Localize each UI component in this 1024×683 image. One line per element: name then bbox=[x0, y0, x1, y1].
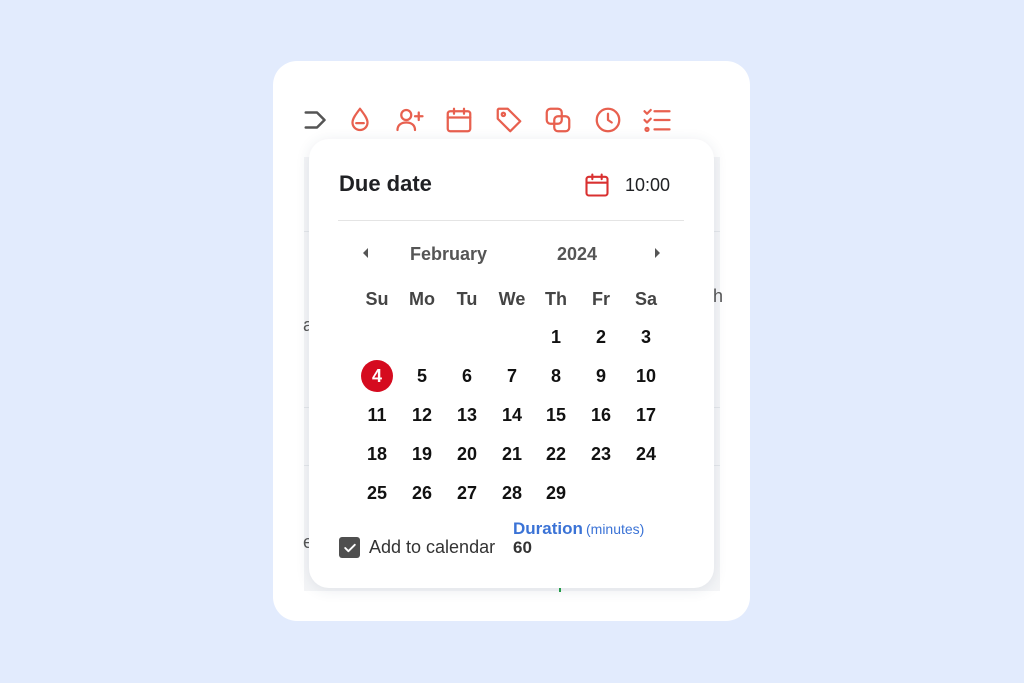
calendar-day[interactable]: 16 bbox=[583, 401, 619, 429]
calendar-day[interactable]: 1 bbox=[538, 323, 574, 351]
calendar-day[interactable]: 17 bbox=[628, 401, 664, 429]
priority-button[interactable] bbox=[343, 103, 377, 137]
duration-unit: (minutes) bbox=[586, 521, 645, 537]
add-to-calendar-label[interactable]: Add to calendar bbox=[369, 537, 495, 558]
calendar-day[interactable]: 15 bbox=[538, 401, 574, 429]
month-selector[interactable]: February bbox=[410, 244, 487, 265]
calendar-day[interactable]: 2 bbox=[583, 323, 619, 351]
calendar-day[interactable]: 8 bbox=[538, 362, 574, 390]
divider bbox=[338, 220, 684, 221]
calendar-day[interactable]: 11 bbox=[359, 401, 395, 429]
calendar-day[interactable]: 10 bbox=[628, 362, 664, 390]
calendar-day[interactable]: 24 bbox=[628, 440, 664, 468]
due-date-button[interactable] bbox=[442, 103, 476, 137]
duration-label: Duration bbox=[513, 519, 583, 538]
calendar-icon bbox=[585, 173, 609, 197]
chevron-left-icon bbox=[363, 248, 368, 258]
add-user-icon bbox=[396, 108, 424, 132]
calendar-day[interactable]: 14 bbox=[494, 401, 530, 429]
due-date-popup: Due date 10:00 February 2024 Su Mo Tu We Th F… bbox=[309, 139, 714, 588]
task-toolbar bbox=[300, 103, 690, 137]
assign-user-button[interactable] bbox=[393, 103, 427, 137]
calendar-icon bbox=[446, 107, 472, 133]
checklist-icon bbox=[643, 108, 671, 132]
collapse-arrow-icon bbox=[304, 111, 326, 129]
collapse-button[interactable] bbox=[300, 103, 334, 137]
reminder-button[interactable] bbox=[591, 103, 625, 137]
calendar-day[interactable]: 12 bbox=[404, 401, 440, 429]
weekday-header: We bbox=[498, 289, 526, 309]
link-icon bbox=[545, 107, 571, 133]
tag-icon bbox=[496, 107, 522, 133]
calendar-day[interactable]: 13 bbox=[449, 401, 485, 429]
calendar-day[interactable]: 3 bbox=[628, 323, 664, 351]
calendar-day[interactable]: 21 bbox=[494, 440, 530, 468]
calendar-day[interactable]: 5 bbox=[404, 362, 440, 390]
calendar-day[interactable]: 27 bbox=[449, 479, 485, 507]
clock-icon bbox=[595, 107, 621, 133]
year-selector[interactable]: 2024 bbox=[557, 244, 597, 265]
water-drop-minus-icon bbox=[351, 107, 369, 132]
chevron-right-icon bbox=[655, 248, 660, 258]
calendar-day[interactable]: 26 bbox=[404, 479, 440, 507]
calendar-day[interactable]: 20 bbox=[449, 440, 485, 468]
background-text-fragment: h bbox=[713, 286, 724, 306]
calendar-day[interactable]: 28 bbox=[494, 479, 530, 507]
weekday-header: Sa bbox=[634, 289, 658, 309]
duration-input[interactable]: 60 bbox=[513, 538, 532, 558]
add-to-calendar-checkbox[interactable] bbox=[339, 537, 360, 558]
weekday-header: Mo bbox=[409, 289, 435, 309]
next-month-button[interactable] bbox=[647, 243, 667, 263]
calendar-day[interactable]: 6 bbox=[449, 362, 485, 390]
selected-day[interactable]: 4 bbox=[361, 360, 393, 392]
calendar-day[interactable]: 19 bbox=[404, 440, 440, 468]
weekday-header: Tu bbox=[456, 289, 478, 309]
checklist-button[interactable] bbox=[640, 103, 674, 137]
prev-month-button[interactable] bbox=[356, 243, 376, 263]
weekday-header: Su bbox=[365, 289, 389, 309]
checkmark-icon bbox=[343, 543, 356, 552]
calendar-day[interactable]: 23 bbox=[583, 440, 619, 468]
calendar-day[interactable]: 22 bbox=[538, 440, 574, 468]
calendar-day[interactable]: 29 bbox=[538, 479, 574, 507]
calendar-day[interactable]: 18 bbox=[359, 440, 395, 468]
calendar-day[interactable]: 25 bbox=[359, 479, 395, 507]
weekday-header: Th bbox=[545, 289, 567, 309]
calendar-day[interactable]: 9 bbox=[583, 362, 619, 390]
calendar-button[interactable] bbox=[583, 171, 611, 199]
time-field[interactable]: 10:00 bbox=[625, 175, 670, 196]
tag-button[interactable] bbox=[492, 103, 526, 137]
popup-title: Due date bbox=[339, 171, 432, 196]
link-button[interactable] bbox=[541, 103, 575, 137]
calendar-day[interactable]: 7 bbox=[494, 362, 530, 390]
weekday-header: Fr bbox=[592, 289, 610, 309]
